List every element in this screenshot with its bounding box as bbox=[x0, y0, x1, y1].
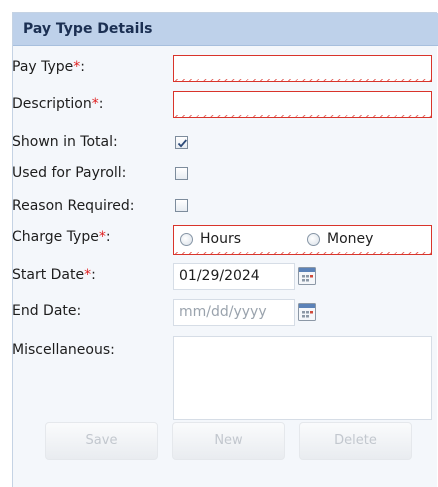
charge-type-money-label[interactable]: Money bbox=[327, 231, 373, 247]
calendar-icon bbox=[298, 303, 316, 321]
used-for-payroll-label: Used for Payroll: bbox=[12, 165, 127, 181]
new-button[interactable]: New bbox=[172, 422, 285, 460]
pay-type-label: Pay Type*: bbox=[12, 59, 85, 75]
charge-type-group: Hours Money bbox=[173, 225, 432, 255]
reason-required-label: Reason Required: bbox=[12, 198, 135, 214]
pay-type-label-text: Pay Type bbox=[12, 59, 74, 75]
description-label-text: Description bbox=[12, 96, 92, 112]
miscellaneous-label: Miscellaneous: bbox=[12, 342, 115, 358]
end-date-label: End Date: bbox=[12, 303, 82, 319]
required-mark: * bbox=[98, 229, 106, 245]
label-colon: : bbox=[98, 96, 104, 112]
calendar-icon bbox=[298, 267, 316, 285]
start-date-label: Start Date*: bbox=[12, 267, 96, 283]
delete-button[interactable]: Delete bbox=[299, 422, 412, 460]
start-date-input[interactable]: 01/29/2024 bbox=[173, 263, 295, 290]
charge-type-hours-radio[interactable] bbox=[180, 233, 193, 246]
used-for-payroll-checkbox[interactable] bbox=[175, 167, 188, 180]
label-colon: : bbox=[91, 267, 96, 283]
panel-header: Pay Type Details bbox=[13, 13, 438, 46]
miscellaneous-textarea[interactable] bbox=[174, 337, 431, 419]
checkmark-icon bbox=[177, 139, 187, 148]
charge-type-money-radio[interactable] bbox=[307, 233, 320, 246]
start-date-calendar-button[interactable] bbox=[297, 266, 318, 287]
start-date-label-text: Start Date bbox=[12, 267, 85, 283]
pay-type-input[interactable] bbox=[174, 56, 431, 81]
end-date-input[interactable]: mm/dd/yyyy bbox=[173, 299, 295, 326]
shown-in-total-label: Shown in Total: bbox=[12, 134, 118, 150]
charge-type-label: Charge Type*: bbox=[12, 229, 111, 245]
reason-required-checkbox[interactable] bbox=[175, 199, 188, 212]
charge-type-label-text: Charge Type bbox=[12, 229, 99, 245]
save-button[interactable]: Save bbox=[45, 422, 158, 460]
charge-type-hours-label[interactable]: Hours bbox=[200, 231, 241, 247]
description-label: Description*: bbox=[12, 96, 103, 112]
required-mark: * bbox=[91, 96, 99, 112]
label-colon: : bbox=[80, 59, 86, 75]
label-colon: : bbox=[105, 229, 111, 245]
pay-type-field[interactable] bbox=[173, 55, 432, 82]
description-input[interactable] bbox=[174, 92, 431, 117]
miscellaneous-field[interactable] bbox=[173, 336, 432, 420]
shown-in-total-checkbox[interactable] bbox=[175, 136, 188, 149]
description-field[interactable] bbox=[173, 91, 432, 118]
end-date-calendar-button[interactable] bbox=[297, 302, 318, 323]
